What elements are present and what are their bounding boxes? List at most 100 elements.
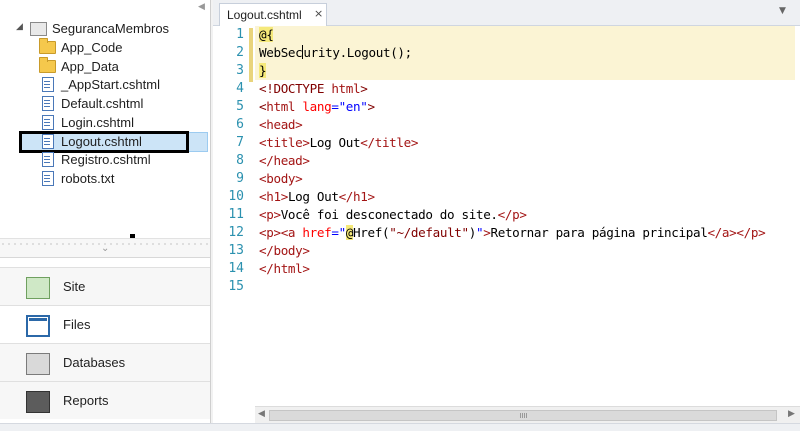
line-number: 9 — [236, 171, 244, 186]
panel-splitter[interactable]: ⌄ — [0, 238, 210, 258]
folder-icon — [39, 38, 56, 54]
workspace-files[interactable]: Files — [0, 305, 210, 343]
collapse-triangle-icon[interactable]: ◢ — [16, 22, 23, 32]
file-tree: ◢ SegurancaMembros App_Code App_Data _Ap… — [0, 0, 210, 239]
line-number: 1 — [236, 27, 244, 42]
code-tag: </body> — [259, 243, 310, 258]
tree-item-label: robots.txt — [61, 171, 115, 186]
code-line-14: </html> — [259, 260, 310, 278]
horizontal-scrollbar[interactable]: ◀ ▶ — [255, 406, 800, 423]
code-tag: </a> — [707, 225, 737, 240]
site-icon — [26, 277, 50, 299]
code-text: urity.Logout(); — [303, 45, 412, 60]
code-line-9: <body> — [259, 170, 303, 188]
code-line-2: WebSecurity.Logout(); — [259, 44, 412, 62]
code-attribute: lang — [295, 99, 332, 114]
code-tag: </p> — [497, 207, 527, 222]
line-number: 10 — [228, 189, 244, 204]
code-tag: > — [360, 81, 368, 96]
tab-label: Logout.cshtml — [227, 8, 302, 22]
code-string: ="en" — [331, 99, 368, 114]
left-panel: ◢ SegurancaMembros App_Code App_Data _Ap… — [0, 0, 211, 431]
code-line-11: <p>Você foi desconectado do site.</p> — [259, 206, 527, 224]
code-string: =" — [331, 225, 346, 240]
code-line-12: <p><a href="@Href("~/default")">Retornar… — [259, 224, 766, 242]
code-line-1: @{ — [259, 26, 274, 44]
code-tag: <p> — [259, 225, 281, 240]
line-number: 2 — [236, 45, 244, 60]
code-tag: <p> — [259, 207, 281, 222]
tab-logout-cshtml[interactable]: Logout.cshtml × — [219, 3, 327, 26]
scrollbar-thumb[interactable] — [269, 410, 777, 421]
code-text: Log Out — [287, 189, 339, 204]
line-number-gutter: 1 2 3 4 5 6 7 8 9 10 11 12 13 14 15 — [213, 26, 249, 406]
code-tag: <title> — [259, 135, 310, 150]
annotation-box — [19, 131, 189, 153]
scroll-left-icon[interactable]: ◀ — [258, 409, 265, 419]
razor-token: @{ — [259, 27, 274, 42]
line-number: 8 — [236, 153, 244, 168]
site-icon — [30, 22, 47, 36]
code-area[interactable]: @{ WebSecurity.Logout(); } <!DOCTYPE htm… — [255, 26, 795, 406]
line-number: 15 — [228, 279, 244, 294]
scrollbar-grip — [520, 413, 527, 418]
code-line-3: } — [259, 62, 267, 80]
code-tag: <h1> — [259, 189, 288, 204]
tree-root-label: SegurancaMembros — [52, 21, 170, 36]
tree-item-label: _AppStart.cshtml — [61, 77, 160, 92]
line-number: 3 — [236, 63, 244, 78]
code-text: Retornar para página principal — [490, 225, 708, 240]
code-line-7: <title>Log Out</title> — [259, 134, 418, 152]
code-tag: html — [266, 99, 296, 114]
modified-marker — [249, 28, 253, 82]
line-number: 13 — [228, 243, 244, 258]
close-icon[interactable]: × — [314, 7, 323, 20]
code-tag: <body> — [259, 171, 303, 186]
razor-block-highlight — [255, 26, 795, 44]
code-line-5: <html lang="en"> — [259, 98, 375, 116]
code-line-10: <h1>Log Out</h1> — [259, 188, 375, 206]
tree-item-label: Default.cshtml — [61, 96, 144, 111]
folder-icon — [39, 57, 56, 73]
line-number: 11 — [228, 207, 244, 222]
code-line-6: <head> — [259, 116, 303, 134]
workspace-databases[interactable]: Databases — [0, 343, 210, 381]
code-text: ) — [468, 225, 477, 240]
code-line-4: <!DOCTYPE html> — [259, 80, 368, 98]
code-line-8: </head> — [259, 152, 310, 170]
workspace-label: Files — [63, 317, 91, 332]
code-tag: </head> — [259, 153, 310, 168]
chevron-down-icon[interactable]: ⌄ — [101, 243, 109, 254]
status-strip — [0, 423, 800, 431]
code-line-13: </body> — [259, 242, 310, 260]
code-tag: </html> — [259, 261, 310, 276]
code-text: Href( — [353, 225, 390, 240]
razor-token: @ — [345, 225, 354, 240]
code-tag: </p> — [736, 225, 766, 240]
code-string: "~/default" — [389, 225, 469, 240]
chevron-down-icon[interactable]: ▼ — [779, 6, 786, 16]
code-text: WebSec — [259, 45, 303, 60]
razor-block-highlight — [255, 62, 795, 80]
scroll-right-icon[interactable]: ▶ — [788, 409, 795, 419]
code-tag: <a — [280, 225, 296, 240]
tree-item-label: App_Code — [61, 40, 123, 55]
code-editor: Logout.cshtml × ▼ 1 2 3 4 5 6 7 8 9 10 1… — [213, 0, 800, 431]
file-icon — [42, 96, 54, 111]
workspace-site[interactable]: Site — [0, 267, 210, 305]
workspace-reports[interactable]: Reports — [0, 381, 210, 419]
code-tag: <!DOCTYPE — [259, 81, 332, 96]
file-icon — [42, 115, 54, 130]
code-attribute: href — [295, 225, 332, 240]
reports-icon — [26, 391, 50, 413]
razor-token: } — [259, 63, 267, 78]
line-number: 5 — [236, 99, 244, 114]
scroll-up-icon[interactable]: ◀ — [198, 2, 205, 12]
line-number: 6 — [236, 117, 244, 132]
line-number: 12 — [228, 225, 244, 240]
file-icon — [42, 171, 54, 186]
code-text: Log Out — [309, 135, 361, 150]
workspace-label: Reports — [63, 393, 109, 408]
workspace-label: Site — [63, 279, 86, 294]
code-tag: > — [367, 99, 376, 114]
